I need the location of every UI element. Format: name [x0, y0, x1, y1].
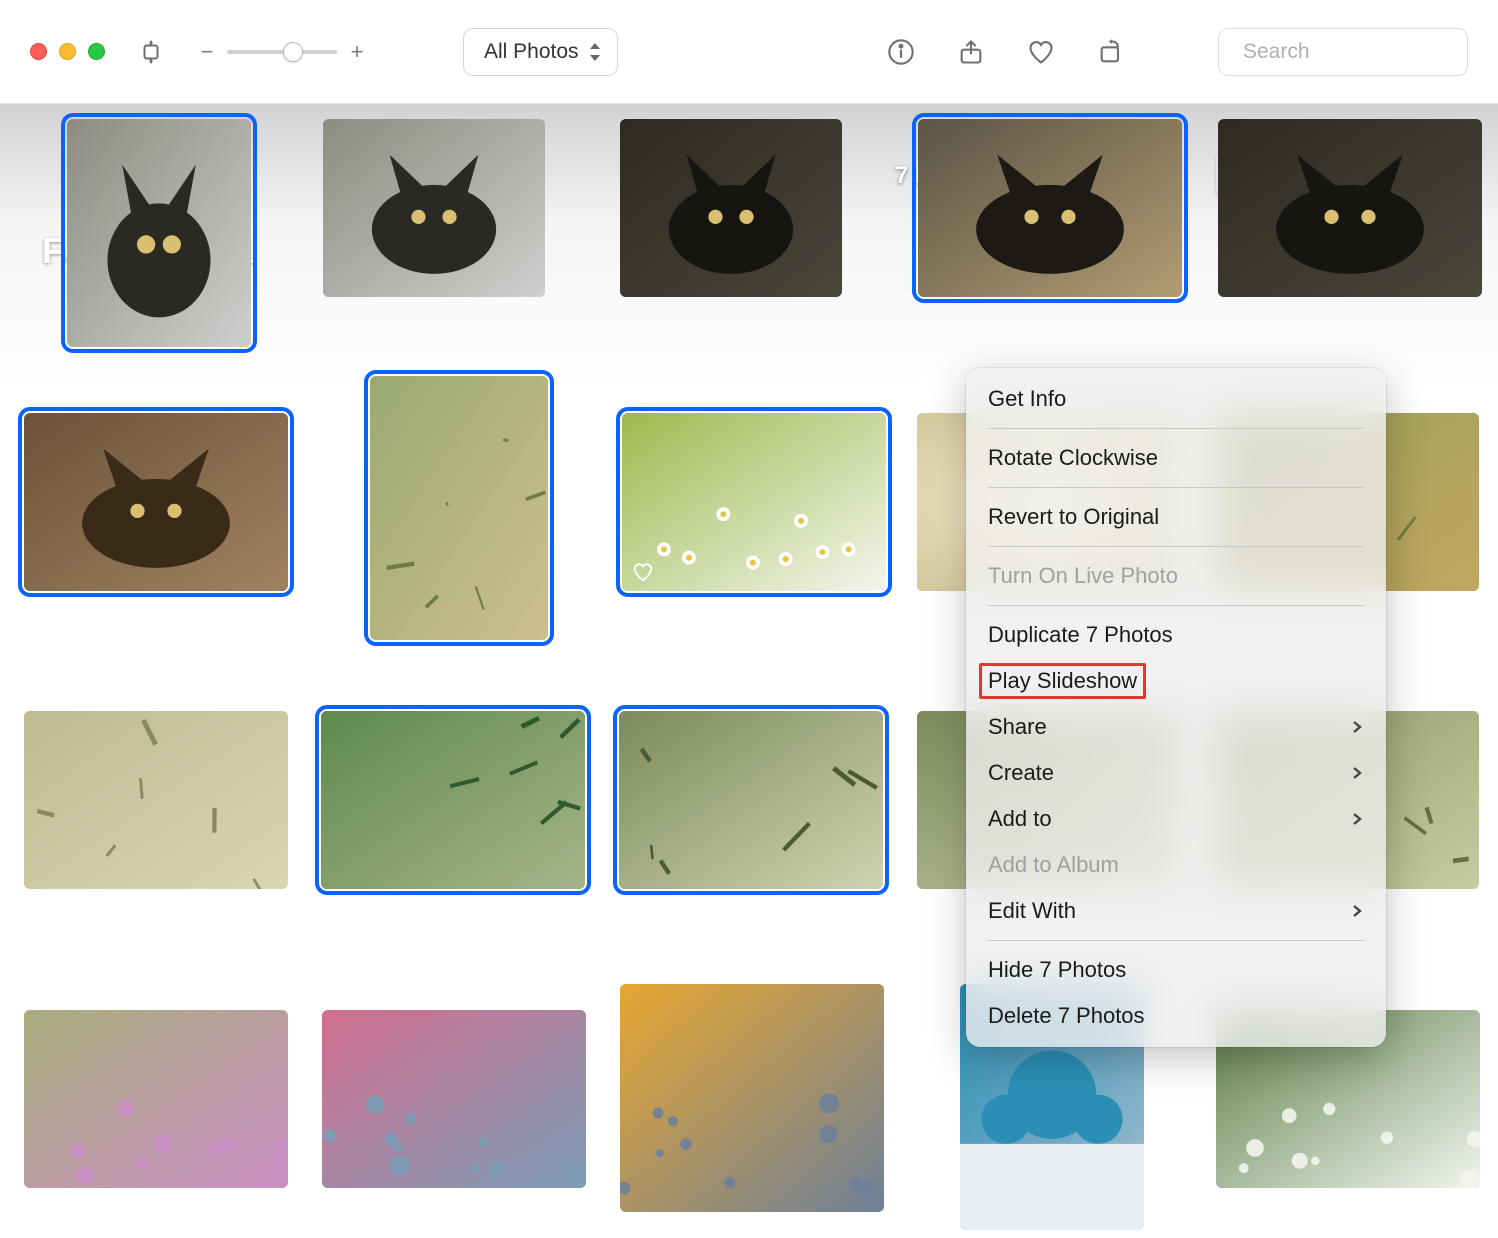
menu-item[interactable]: Share [966, 704, 1386, 750]
window-controls [30, 43, 105, 60]
menu-item-label: Revert to Original [988, 504, 1159, 530]
chevron-right-icon [1350, 714, 1364, 740]
menu-item[interactable]: Revert to Original [966, 494, 1386, 540]
toolbar: − + All Photos [0, 0, 1498, 104]
chevron-right-icon [1350, 898, 1364, 924]
menu-item-label: Rotate Clockwise [988, 445, 1158, 471]
menu-item-label: Hide 7 Photos [988, 957, 1126, 983]
filter-icon[interactable] [133, 34, 169, 70]
zoom-controls: − + [197, 39, 367, 65]
photo-thumb[interactable] [1218, 119, 1482, 297]
menu-item-label: Create [988, 760, 1054, 786]
menu-item[interactable]: Get Info [966, 376, 1386, 422]
chevron-right-icon [1350, 806, 1364, 832]
menu-item: Turn On Live Photo [966, 553, 1386, 599]
menu-item-label: Delete 7 Photos [988, 1003, 1145, 1029]
menu-separator [988, 605, 1364, 606]
menu-item-label: Share [988, 714, 1047, 740]
zoom-slider-thumb[interactable] [283, 42, 303, 62]
photo-thumb[interactable] [321, 711, 585, 889]
photo-thumb[interactable] [620, 119, 842, 297]
photo-grid-area: Feb 23, 2021 7 Photos Selected Showing: … [0, 104, 1498, 1238]
photo-thumb[interactable] [622, 413, 886, 591]
menu-separator [988, 940, 1364, 941]
menu-item[interactable]: Edit With [966, 888, 1386, 934]
zoom-slider[interactable] [227, 50, 337, 54]
chevron-right-icon [1350, 760, 1364, 786]
photo-thumb[interactable] [918, 119, 1182, 297]
menu-item-label: Play Slideshow [988, 668, 1137, 693]
menu-item[interactable]: Hide 7 Photos [966, 947, 1386, 993]
menu-item: Add to Album [966, 842, 1386, 888]
photo-thumb[interactable] [67, 119, 251, 347]
rotate-icon[interactable] [1090, 31, 1132, 73]
favorite-badge-icon [632, 561, 654, 583]
menu-item[interactable]: Create [966, 750, 1386, 796]
chevron-updown-icon [589, 43, 601, 61]
context-menu: Get Info Rotate Clockwise Revert to Origin… [966, 368, 1386, 1047]
menu-item-label: Duplicate 7 Photos [988, 622, 1173, 648]
search-box[interactable] [1218, 28, 1468, 76]
menu-separator [988, 546, 1364, 547]
photo-thumb[interactable] [619, 711, 883, 889]
menu-item[interactable]: Play Slideshow [966, 658, 1386, 704]
menu-item-label: Get Info [988, 386, 1066, 412]
menu-item-label: Add to [988, 806, 1052, 832]
zoom-out-button[interactable]: − [197, 39, 217, 65]
menu-item-label: Turn On Live Photo [988, 563, 1178, 589]
menu-item[interactable]: Delete 7 Photos [966, 993, 1386, 1039]
menu-item-label: Edit With [988, 898, 1076, 924]
info-icon[interactable] [880, 31, 922, 73]
menu-item[interactable]: Duplicate 7 Photos [966, 612, 1386, 658]
photo-thumb[interactable] [24, 711, 288, 889]
photo-thumb[interactable] [323, 119, 545, 297]
close-window-button[interactable] [30, 43, 47, 60]
view-select[interactable]: All Photos [463, 28, 618, 76]
photo-thumb[interactable] [322, 1010, 586, 1188]
photo-thumb[interactable] [620, 984, 884, 1212]
menu-item-label: Add to Album [988, 852, 1119, 878]
menu-item[interactable]: Add to [966, 796, 1386, 842]
photo-thumb[interactable] [370, 376, 548, 640]
minimize-window-button[interactable] [59, 43, 76, 60]
maximize-window-button[interactable] [88, 43, 105, 60]
view-select-label: All Photos [484, 40, 579, 64]
photo-thumb[interactable] [24, 413, 288, 591]
zoom-in-button[interactable]: + [347, 39, 367, 65]
menu-item[interactable]: Rotate Clockwise [966, 435, 1386, 481]
favorite-icon[interactable] [1020, 31, 1062, 73]
photo-thumb[interactable] [24, 1010, 288, 1188]
menu-separator [988, 487, 1364, 488]
share-icon[interactable] [950, 31, 992, 73]
search-input[interactable] [1243, 40, 1498, 64]
menu-separator [988, 428, 1364, 429]
